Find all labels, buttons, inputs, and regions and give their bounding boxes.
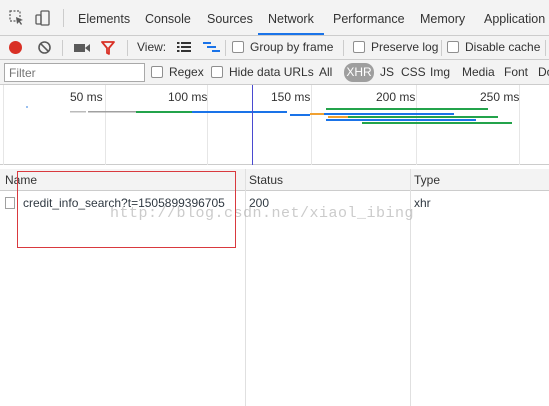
regex-label: Regex	[169, 65, 204, 79]
tab-network[interactable]: Network	[268, 0, 314, 36]
disable-cache-checkbox[interactable]	[447, 41, 459, 53]
filter-input[interactable]	[4, 63, 145, 82]
toolbar-divider	[343, 40, 344, 56]
preserve-log-checkbox[interactable]	[353, 41, 365, 53]
filter-type-xhr[interactable]: XHR	[344, 63, 374, 82]
document-icon	[5, 197, 15, 209]
tab-elements[interactable]: Elements	[78, 0, 130, 36]
filter-type-img[interactable]: Img	[430, 60, 450, 85]
tab-application[interactable]: Application	[484, 0, 545, 36]
preserve-log-label: Preserve log	[371, 40, 439, 54]
hide-data-urls-checkbox[interactable]	[211, 66, 223, 78]
record-icon[interactable]	[9, 41, 22, 54]
filter-type-css[interactable]: CSS	[401, 60, 426, 85]
toolbar-divider	[441, 40, 442, 56]
filter-type-doc[interactable]: Do	[538, 60, 549, 85]
large-request-rows-icon[interactable]	[177, 41, 191, 53]
filter-icon[interactable]	[101, 41, 115, 55]
regex-checkbox[interactable]	[151, 66, 163, 78]
group-by-frame-label: Group by frame	[250, 40, 334, 54]
highlight-annotation-box	[17, 171, 236, 248]
capture-screenshots-icon[interactable]	[74, 42, 90, 54]
filter-type-all[interactable]: All	[319, 60, 332, 85]
filter-type-media[interactable]: Media	[462, 60, 495, 85]
filter-type-font[interactable]: Font	[504, 60, 528, 85]
network-overview[interactable]: 50 ms 100 ms 150 ms 200 ms 250 ms	[0, 85, 549, 165]
device-toolbar-icon[interactable]	[34, 9, 52, 27]
column-header-status[interactable]: Status	[249, 169, 283, 191]
tab-sources[interactable]: Sources	[207, 0, 253, 36]
toolbar-divider	[62, 40, 63, 56]
toolbar-divider	[225, 40, 226, 56]
group-by-frame-checkbox[interactable]	[232, 41, 244, 53]
clear-icon[interactable]	[37, 40, 52, 55]
hide-data-urls-label: Hide data URLs	[229, 65, 314, 79]
toolbar-divider	[127, 40, 128, 56]
request-type: xhr	[414, 196, 431, 210]
column-header-type[interactable]: Type	[414, 169, 440, 191]
filter-type-js[interactable]: JS	[380, 60, 394, 85]
view-label: View:	[137, 40, 167, 54]
devtools-tab-bar: Elements Console Sources Network Perform…	[0, 0, 549, 36]
tab-memory[interactable]: Memory	[420, 0, 465, 36]
tab-performance[interactable]: Performance	[333, 0, 405, 36]
tab-console[interactable]: Console	[145, 0, 191, 36]
network-toolbar: View: Group by frame Preserve log Disabl…	[0, 36, 549, 60]
waterfall-view-icon[interactable]	[203, 41, 220, 53]
tab-divider	[63, 9, 64, 27]
filter-bar: Regex Hide data URLs All XHR JS CSS Img …	[0, 60, 549, 85]
overview-bars	[26, 85, 512, 165]
toolbar-divider	[545, 40, 546, 56]
inspect-element-icon[interactable]	[8, 9, 26, 27]
active-tab-indicator	[258, 33, 324, 35]
disable-cache-label: Disable cache	[465, 40, 541, 54]
